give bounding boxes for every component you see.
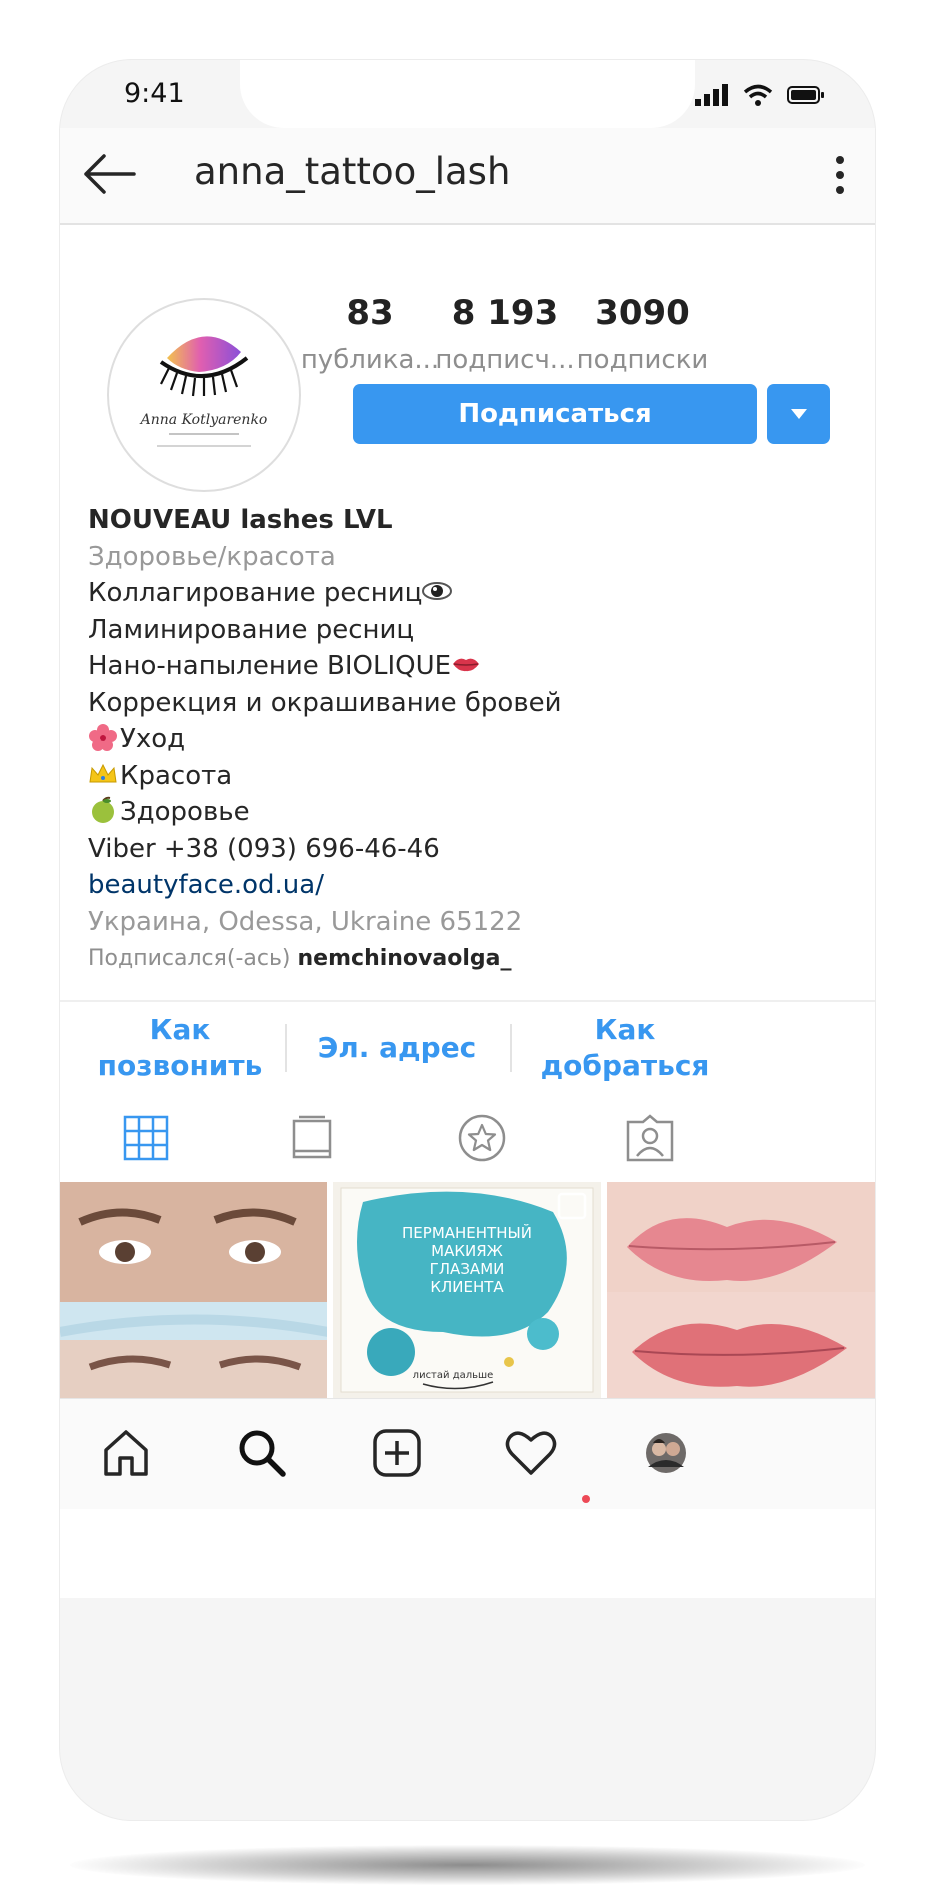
- heart-icon: [505, 1431, 557, 1475]
- profile-username: anna_tattoo_lash: [194, 150, 511, 193]
- contact-bar: Как позвонить Эл. адрес Как добраться: [60, 1000, 875, 1096]
- bio-line: Здоровье: [88, 794, 848, 831]
- follow-button[interactable]: Подписаться: [353, 384, 757, 444]
- svg-text:ГЛАЗАМИ: ГЛАЗАМИ: [430, 1260, 505, 1278]
- bio-line: Ламинирование ресниц: [88, 614, 415, 645]
- signal-icon: [695, 84, 728, 106]
- profile-tabs: [60, 1094, 875, 1182]
- followed-by[interactable]: Подписался(-ась) nemchinovaolga_: [88, 946, 848, 971]
- svg-text:МАКИЯЖ: МАКИЯЖ: [431, 1242, 503, 1260]
- lips-before-after-image: [607, 1182, 875, 1398]
- phone-notch: [240, 60, 695, 128]
- profile-screen: anna_tattoo_lash Anna Kotlyarenko 83 пуб…: [60, 128, 875, 1598]
- bio-line: Коллагирование ресниц: [88, 575, 848, 612]
- divider: [285, 1024, 287, 1072]
- post-thumbnail[interactable]: [60, 1182, 328, 1398]
- stat-followers-value: 8 193: [451, 293, 559, 333]
- bio-line: Красота: [88, 758, 848, 795]
- divider: [510, 1024, 512, 1072]
- nav-search[interactable]: [232, 1423, 292, 1483]
- tv-icon: [292, 1115, 332, 1159]
- stat-following-label: подписки: [576, 345, 709, 375]
- tab-grid[interactable]: [118, 1112, 174, 1164]
- bottom-navigation: [60, 1398, 875, 1509]
- directions-button[interactable]: Как добраться: [525, 1010, 725, 1086]
- tab-igtv[interactable]: [284, 1112, 340, 1164]
- tab-tagged[interactable]: [622, 1112, 678, 1164]
- nav-profile[interactable]: [636, 1423, 696, 1483]
- bio-location[interactable]: Украина, Odessa, Ukraine 65122: [88, 904, 848, 941]
- stat-followers-label: подписч...: [435, 345, 575, 375]
- bio-phone: Viber +38 (093) 696-46-46: [88, 833, 440, 864]
- bio-line: Коррекция и окрашивание бровей: [88, 687, 562, 718]
- lips-icon: [453, 658, 480, 672]
- eye-icon: [422, 582, 453, 600]
- stat-posts[interactable]: 83 публика...: [295, 293, 445, 375]
- svg-text:КЛИЕНТА: КЛИЕНТА: [430, 1278, 504, 1296]
- wifi-icon: [743, 84, 773, 106]
- hibiscus-icon: [89, 724, 117, 751]
- bio-line: Уход: [88, 721, 848, 758]
- stat-posts-value: 83: [346, 293, 394, 333]
- status-icons: [695, 84, 825, 106]
- call-button[interactable]: Как позвонить: [80, 1010, 280, 1086]
- more-options-icon[interactable]: [825, 150, 855, 200]
- tab-saved[interactable]: [454, 1112, 510, 1164]
- phone-shadow: [70, 1845, 865, 1885]
- post-thumbnail[interactable]: [607, 1182, 875, 1398]
- bio-category: Здоровье/красота: [88, 541, 336, 572]
- stat-following-value: 3090: [595, 293, 690, 333]
- search-icon: [239, 1430, 286, 1477]
- svg-text:ПЕРМАНЕНТНЫЙ: ПЕРМАНЕНТНЫЙ: [402, 1223, 532, 1242]
- tagged-icon: [626, 1114, 674, 1162]
- profile-avatar[interactable]: Anna Kotlyarenko: [107, 298, 301, 492]
- bio-name: NOUVEAU lashes LVL: [88, 505, 393, 535]
- status-time: 9:41: [124, 78, 185, 109]
- brows-before-after-image: [60, 1182, 328, 1398]
- notification-dot: [582, 1495, 590, 1503]
- stat-following[interactable]: 3090 подписки: [565, 293, 720, 375]
- avatar-logo: Anna Kotlyarenko: [139, 336, 268, 447]
- grid-icon: [123, 1115, 169, 1161]
- apple-icon: [92, 796, 114, 823]
- permanent-makeup-card-image: ПЕРМАНЕНТНЫЙ МАКИЯЖ ГЛАЗАМИ КЛИЕНТА лист…: [333, 1182, 601, 1398]
- svg-text:листай дальше: листай дальше: [413, 1370, 494, 1381]
- nav-new-post[interactable]: [367, 1423, 427, 1483]
- stat-followers[interactable]: 8 193 подписч...: [427, 293, 583, 375]
- email-button[interactable]: Эл. адрес: [292, 1010, 502, 1086]
- profile-avatar-icon: [646, 1433, 686, 1473]
- top-header: anna_tattoo_lash: [60, 128, 875, 225]
- nav-activity[interactable]: [501, 1423, 561, 1483]
- add-post-icon: [373, 1429, 421, 1477]
- bio-line: Нано-напыление BIOLIQUE: [88, 648, 848, 685]
- post-thumbnail[interactable]: ПЕРМАНЕНТНЫЙ МАКИЯЖ ГЛАЗАМИ КЛИЕНТА лист…: [333, 1182, 601, 1398]
- chevron-down-icon: [790, 409, 807, 419]
- back-arrow-icon[interactable]: [80, 148, 140, 200]
- battery-icon: [787, 86, 824, 104]
- nav-home[interactable]: [96, 1423, 156, 1483]
- home-icon: [104, 1430, 148, 1476]
- stat-posts-label: публика...: [300, 345, 440, 375]
- crown-icon: [89, 763, 117, 782]
- posts-grid: ПЕРМАНЕНТНЫЙ МАКИЯЖ ГЛАЗАМИ КЛИЕНТА лист…: [60, 1182, 875, 1398]
- bio-website-link[interactable]: beautyface.od.ua/: [88, 867, 848, 904]
- phone-frame: 9:41 anna_tattoo_lash Anna Kotlyarenko 8…: [60, 60, 875, 1820]
- star-icon: [458, 1114, 506, 1162]
- profile-bio: NOUVEAU lashes LVL Здоровье/красота Колл…: [88, 502, 848, 971]
- svg-text:Anna Kotlyarenko: Anna Kotlyarenko: [139, 412, 268, 428]
- suggested-dropdown-button[interactable]: [767, 384, 830, 444]
